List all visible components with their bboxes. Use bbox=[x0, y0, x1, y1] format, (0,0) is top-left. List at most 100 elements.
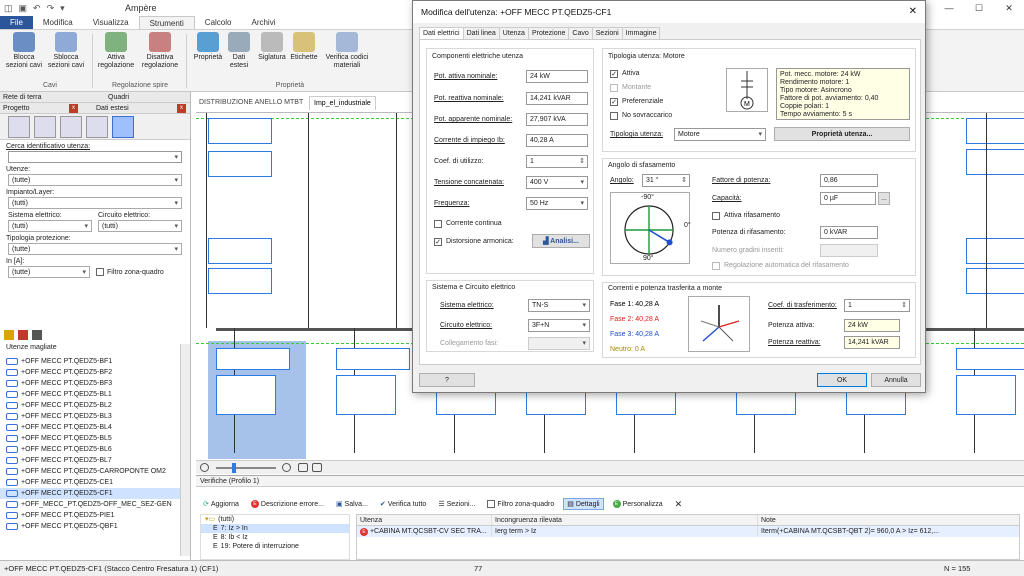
potenza-rifas-input[interactable]: 0 kVAR bbox=[820, 226, 878, 239]
tree-item[interactable]: E 7: Iz > In bbox=[201, 524, 349, 533]
sezioni-button[interactable]: ☰ Sezioni... bbox=[435, 499, 478, 509]
disattiva-regolazione-button[interactable]: Disattiva regolazione bbox=[140, 32, 180, 70]
preferenziale-checkbox[interactable]: ✓ bbox=[610, 98, 618, 106]
tab-quadri-label[interactable]: Quadri bbox=[108, 92, 129, 103]
close-icon[interactable]: ✕ bbox=[994, 0, 1024, 16]
tree-item[interactable]: E 19: Potere di interruzione bbox=[201, 542, 349, 551]
tipologia-utenza-select[interactable]: Motore bbox=[674, 128, 766, 141]
component-box[interactable] bbox=[216, 348, 290, 370]
list-item[interactable]: +OFF MECC PT.QEDZ5-PIE1 bbox=[0, 510, 180, 521]
save-icon[interactable]: ▣ bbox=[19, 3, 28, 14]
analisi-button[interactable]: ▟ Analisi... bbox=[532, 234, 590, 248]
col-note[interactable]: Note bbox=[758, 515, 1019, 525]
tree-item[interactable]: E 8: Ib < Iz bbox=[201, 533, 349, 542]
component-box[interactable] bbox=[956, 348, 1024, 370]
help-button[interactable]: ? bbox=[419, 373, 475, 387]
ok-button[interactable]: OK bbox=[817, 373, 867, 387]
list-item[interactable]: +OFF MECC PT.QEDZ5-BL2 bbox=[0, 400, 180, 411]
zoom-out-icon[interactable] bbox=[200, 463, 209, 472]
list-item[interactable]: +OFF_MECC_PT.QEDZ5-OFF_MEC_SEZ-GEN bbox=[0, 499, 180, 510]
list-item[interactable]: +OFF MECC PT.QEDZ5-BL6 bbox=[0, 444, 180, 455]
sistema-select[interactable]: (tutti) bbox=[8, 220, 92, 232]
pot-attiva-input[interactable]: 24 kW bbox=[526, 70, 588, 83]
component-box[interactable] bbox=[956, 375, 1016, 415]
angle-dot[interactable] bbox=[666, 239, 673, 246]
aggiorna-button[interactable]: ⟳ Aggiorna bbox=[200, 499, 242, 509]
attiva-rifasamento-checkbox[interactable] bbox=[712, 212, 720, 220]
angolo-stepper[interactable]: 31 ° bbox=[642, 174, 690, 187]
frequenza-select[interactable]: 50 Hz bbox=[526, 197, 588, 210]
tipologia-select[interactable]: (tutte) bbox=[8, 243, 182, 255]
etichette-button[interactable]: Etichette bbox=[284, 32, 324, 62]
tool-network-icon[interactable] bbox=[8, 116, 30, 138]
table-row[interactable]: E +CABINA MT.QCSBT-CV SEC TRA... Ierg te… bbox=[357, 526, 1019, 537]
list-item[interactable]: +OFF MECC PT.QEDZ5-BF1 bbox=[0, 356, 180, 367]
menu-archivi[interactable]: Archivi bbox=[241, 16, 285, 29]
search-input[interactable] bbox=[8, 151, 182, 163]
flag-icon[interactable] bbox=[18, 330, 28, 340]
list-item[interactable]: +OFF MECC PT.QEDZ5-BF2 bbox=[0, 367, 180, 378]
fit-icon[interactable] bbox=[298, 463, 308, 472]
verifiche-tab[interactable]: Verifiche (Profilo 1) bbox=[196, 476, 1024, 487]
close-icon[interactable]: ✕ bbox=[909, 1, 917, 23]
close-icon[interactable]: ✕ bbox=[672, 498, 686, 511]
menu-modifica[interactable]: Modifica bbox=[33, 16, 83, 29]
zoom-thumb[interactable] bbox=[232, 463, 236, 473]
component-box[interactable] bbox=[208, 151, 272, 177]
in-select[interactable]: (tutte) bbox=[8, 266, 90, 278]
tab-immagine[interactable]: Immagine bbox=[621, 27, 661, 39]
zoom-in-icon[interactable] bbox=[282, 463, 291, 472]
list-item[interactable]: +OFF MECC PT.QEDZ5-BL7 bbox=[0, 455, 180, 466]
close-icon[interactable]: x bbox=[177, 104, 186, 113]
tool-ground-icon[interactable] bbox=[86, 116, 108, 138]
list-item[interactable]: +OFF MECC PT.QEDZ5-BL3 bbox=[0, 411, 180, 422]
personalizza-button[interactable]: E Personalizza bbox=[610, 499, 666, 509]
attiva-regolazione-button[interactable]: Attiva regolazione bbox=[96, 32, 136, 70]
impianto-select[interactable]: (tutti) bbox=[8, 197, 182, 209]
grid-icon[interactable] bbox=[32, 330, 42, 340]
tab-dati-estesi-label[interactable]: Dati estesi bbox=[96, 103, 129, 114]
fattore-input[interactable]: 0,86 bbox=[820, 174, 878, 187]
component-box[interactable] bbox=[966, 149, 1024, 175]
menu-file[interactable]: File bbox=[0, 16, 33, 29]
component-box[interactable] bbox=[966, 268, 1024, 294]
component-box[interactable] bbox=[208, 268, 272, 294]
corrente-input[interactable]: 40,28 A bbox=[526, 134, 588, 147]
verifica-codici-button[interactable]: Verifica codici materiali bbox=[322, 32, 372, 70]
tab-utenza[interactable]: Utenza bbox=[498, 27, 529, 39]
tree-scrollbar[interactable] bbox=[180, 344, 190, 556]
circuito-elettrico-select[interactable]: 3F+N bbox=[528, 319, 590, 332]
filtro-zona-button[interactable]: Filtro zona-quadro bbox=[484, 499, 557, 509]
col-incongruenza[interactable]: Incongruenza rilevata bbox=[492, 515, 758, 525]
component-box[interactable] bbox=[966, 238, 1024, 264]
filtro-checkbox[interactable] bbox=[96, 268, 104, 276]
sistema-elettrico-select[interactable]: TN-S bbox=[528, 299, 590, 312]
no-sovraccarico-checkbox[interactable] bbox=[610, 112, 618, 120]
list-item[interactable]: +OFF MECC PT.QEDZ5-BL5 bbox=[0, 433, 180, 444]
cancel-button[interactable]: Annulla bbox=[871, 373, 921, 387]
list-item[interactable]: +OFF MECC PT.QEDZ5-BL1 bbox=[0, 389, 180, 400]
component-box[interactable] bbox=[336, 348, 410, 370]
list-item[interactable]: +OFF MECC PT.QEDZ5-QBF1 bbox=[0, 521, 180, 532]
dropdown-icon[interactable]: ▾ bbox=[60, 3, 65, 14]
tensione-select[interactable]: 400 V bbox=[526, 176, 588, 189]
component-box[interactable] bbox=[208, 118, 272, 144]
tab-progetto[interactable]: Progetto x Dati estesi x bbox=[0, 103, 190, 114]
tab-dati-linea[interactable]: Dati linea bbox=[462, 27, 500, 39]
zoom-slider[interactable] bbox=[216, 467, 276, 469]
dettagli-button[interactable]: ▤ Dettagli bbox=[563, 498, 604, 510]
tab-distribuzione[interactable]: DISTRIBUZIONE ANELLO MTBT bbox=[195, 96, 307, 110]
pot-reattiva-input[interactable]: 14,241 kVAR bbox=[526, 92, 588, 105]
verifica-tutto-button[interactable]: ✔ Verifica tutto bbox=[377, 499, 429, 509]
coef-stepper[interactable]: 1 bbox=[526, 155, 588, 168]
filtro-zona-checkbox[interactable] bbox=[487, 500, 496, 508]
list-item[interactable]: +OFF MECC PT.QEDZ5-CE1 bbox=[0, 477, 180, 488]
component-box[interactable] bbox=[966, 118, 1024, 144]
proprieta-utenza-button[interactable]: Proprietà utenza... bbox=[774, 127, 910, 141]
menu-strumenti[interactable]: Strumenti bbox=[138, 16, 195, 29]
tab-sezioni[interactable]: Sezioni bbox=[591, 27, 623, 39]
attiva-checkbox[interactable]: ✓ bbox=[610, 70, 618, 78]
tab-imp-industriale[interactable]: Imp_el_industriale bbox=[309, 96, 376, 110]
tab-protezione[interactable]: Protezione bbox=[527, 27, 570, 39]
page-icon[interactable] bbox=[312, 463, 322, 472]
